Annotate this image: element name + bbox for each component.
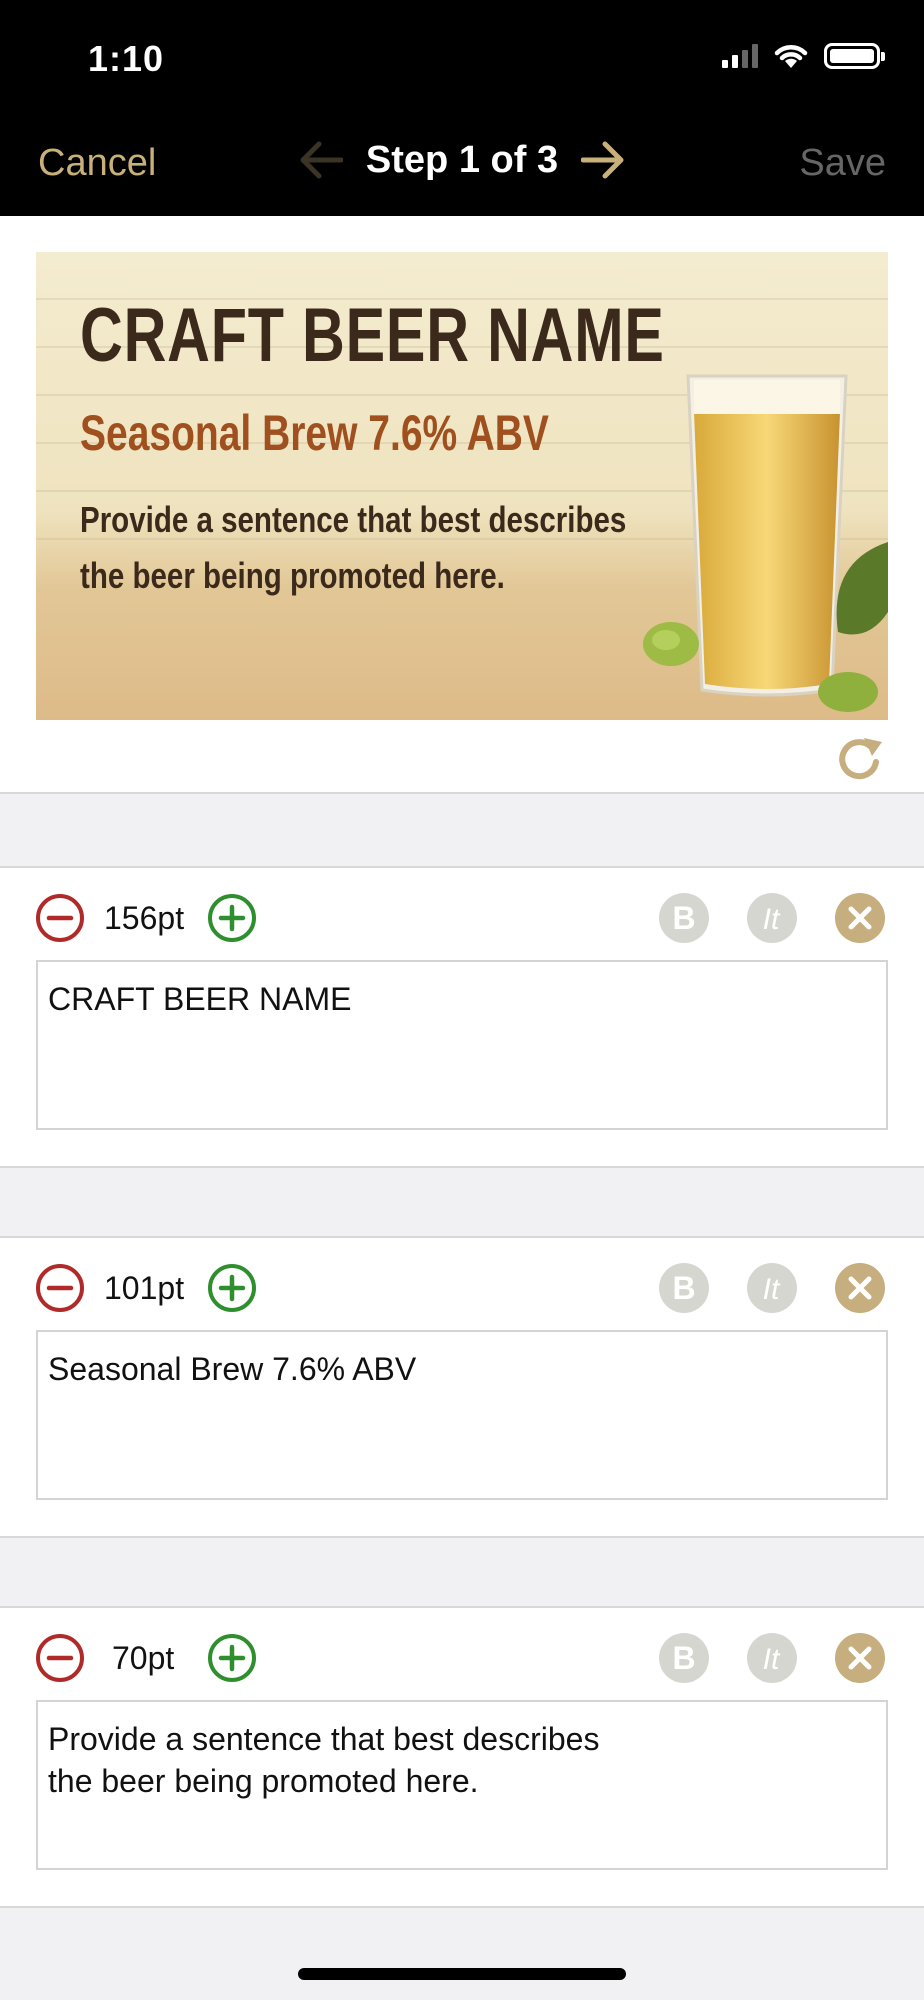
svg-text:It: It [763, 1643, 781, 1676]
italic-icon[interactable]: It [746, 1632, 798, 1684]
svg-text:B: B [672, 1270, 695, 1306]
banner-title: CRAFT BEER NAME [80, 293, 665, 378]
svg-text:It: It [763, 903, 781, 936]
banner-description: Provide a sentence that best describes t… [80, 499, 627, 596]
hop-cone-image [643, 622, 699, 666]
close-circle-icon[interactable] [834, 892, 886, 944]
minus-circle-icon[interactable] [34, 1262, 86, 1314]
text-field-section: 70pt B It Provide a sentence that best d… [0, 1606, 924, 1908]
previous-step-arrow-icon[interactable] [296, 136, 344, 184]
font-size-label: 101pt [104, 1270, 185, 1306]
font-size-label: 70pt [112, 1640, 175, 1676]
close-circle-icon[interactable] [834, 1262, 886, 1314]
svg-text:It: It [763, 1273, 781, 1306]
step-title: Step 1 of 3 [365, 138, 559, 181]
signal-icon [722, 44, 758, 68]
font-size-label: 156pt [104, 900, 185, 936]
plus-circle-icon[interactable] [206, 892, 258, 944]
minus-circle-icon[interactable] [34, 892, 86, 944]
status-icons [722, 42, 885, 70]
italic-icon[interactable]: It [746, 1262, 798, 1314]
text-field-section: 156pt B It CRAFT BEER NAME [0, 866, 924, 1168]
svg-text:B: B [672, 900, 695, 936]
status-bar: 1:10 [0, 0, 924, 116]
minus-circle-icon[interactable] [34, 1632, 86, 1684]
text-field-section: 101pt B It Seasonal Brew 7.6% ABV [0, 1236, 924, 1538]
preview-area: CRAFT BEER NAME Seasonal Brew 7.6% ABV P… [0, 216, 924, 794]
hops-leaves-image [818, 542, 888, 712]
svg-text:B: B [672, 1640, 695, 1676]
close-circle-icon[interactable] [834, 1632, 886, 1684]
italic-icon[interactable]: It [746, 892, 798, 944]
bold-icon[interactable]: B [658, 1262, 710, 1314]
step-navigator: Step 1 of 3 [0, 136, 924, 184]
text-input[interactable]: CRAFT BEER NAME [36, 960, 888, 1130]
battery-icon [824, 43, 885, 69]
banner-preview: CRAFT BEER NAME Seasonal Brew 7.6% ABV P… [36, 252, 888, 720]
refresh-icon[interactable] [832, 732, 888, 788]
status-time: 1:10 [88, 38, 165, 79]
banner-subtitle: Seasonal Brew 7.6% ABV [80, 405, 549, 461]
save-button[interactable]: Save [799, 142, 886, 185]
plus-circle-icon[interactable] [206, 1262, 258, 1314]
bold-icon[interactable]: B [658, 892, 710, 944]
home-indicator[interactable] [298, 1968, 626, 1980]
wifi-icon [774, 45, 808, 68]
nav-bar: Cancel Step 1 of 3 Save [0, 116, 924, 216]
plus-circle-icon[interactable] [206, 1632, 258, 1684]
text-input[interactable]: Seasonal Brew 7.6% ABV [36, 1330, 888, 1500]
text-input[interactable]: Provide a sentence that best describes t… [36, 1700, 888, 1870]
bold-icon[interactable]: B [658, 1632, 710, 1684]
next-step-arrow-icon[interactable] [580, 136, 628, 184]
